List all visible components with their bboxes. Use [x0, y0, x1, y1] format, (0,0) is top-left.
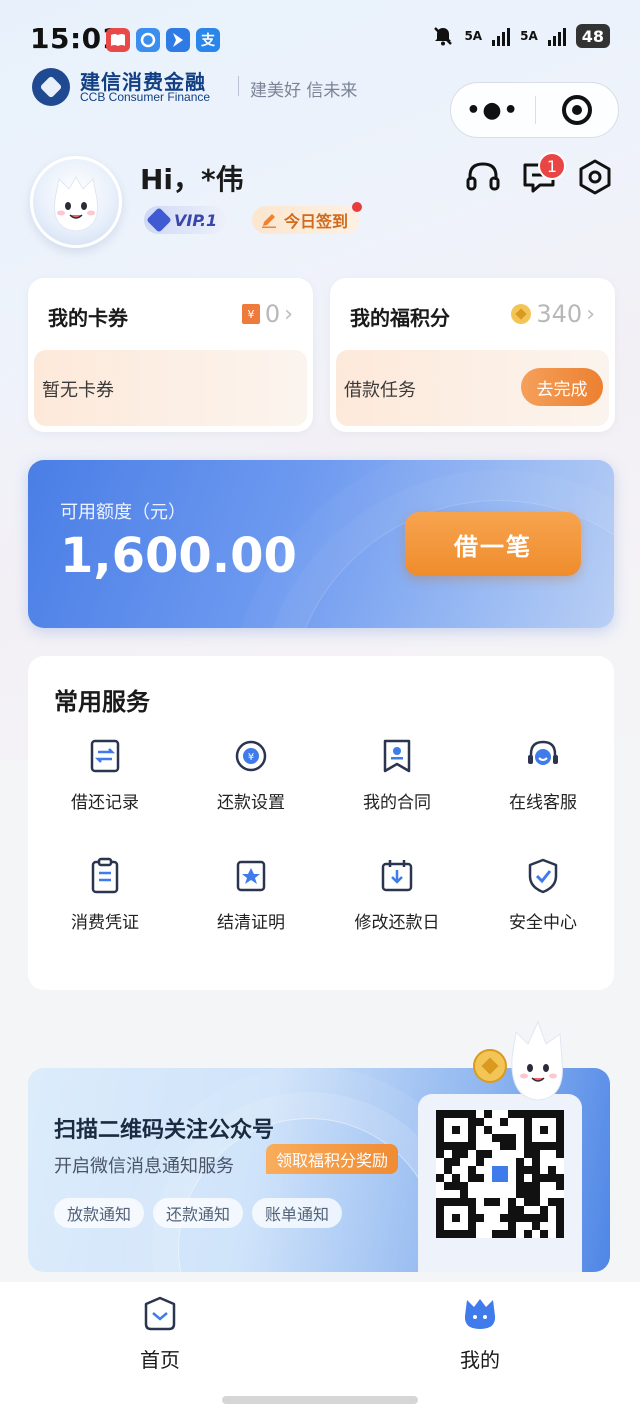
points-title: 我的福积分 — [350, 306, 450, 330]
service-repayment-settings[interactable]: ¥ 还款设置 — [178, 736, 324, 813]
service-online-support[interactable]: 在线客服 — [470, 736, 616, 813]
qr-banner-subtitle: 开启微信消息通知服务 — [54, 1156, 234, 1177]
checkin-label: 今日签到 — [284, 212, 349, 231]
qr-code-card — [418, 1094, 582, 1272]
coupon-icon: ¥ — [241, 304, 260, 324]
credit-amount: 1,600.00 — [60, 528, 297, 584]
more-options-button[interactable]: •●• — [451, 98, 535, 123]
service-label: 还款设置 — [217, 793, 285, 813]
service-label: 借还记录 — [71, 793, 139, 813]
service-loan-records[interactable]: 借还记录 — [32, 736, 178, 813]
svg-text:¥: ¥ — [247, 308, 254, 321]
target-icon — [562, 95, 592, 125]
divider — [238, 76, 239, 96]
contract-icon — [383, 739, 411, 773]
tab-mine[interactable]: 我的 — [420, 1294, 540, 1373]
service-label: 结清证明 — [217, 913, 285, 933]
points-count-link[interactable]: 340 › — [510, 300, 595, 328]
qr-banner-title: 扫描二维码关注公众号 — [54, 1118, 275, 1143]
ccb-logo-icon — [32, 68, 70, 106]
mute-bell-icon — [434, 27, 453, 46]
settings-icon[interactable] — [576, 158, 614, 196]
coupons-card[interactable]: 我的卡券 ¥ 0 › 暂无卡券 — [28, 278, 313, 432]
signal-strength-icon — [492, 26, 511, 46]
vip-badge[interactable]: VIP.1 — [144, 206, 228, 234]
service-label: 修改还款日 — [354, 913, 440, 933]
tag-disbursement-notice: 放款通知 — [54, 1198, 145, 1228]
tab-home-label: 首页 — [140, 1348, 180, 1372]
tag-repayment-notice: 还款通知 — [153, 1198, 244, 1228]
customer-service-icon — [528, 740, 558, 765]
points-count: 340 — [536, 300, 583, 328]
alipay-app-icon: 支 — [196, 28, 220, 52]
service-label: 我的合同 — [363, 793, 431, 813]
change-due-date-icon — [381, 860, 413, 892]
battery-icon: 48 — [575, 24, 610, 48]
voucher-icon — [91, 857, 119, 894]
brand-slogan: 建美好 信未来 — [250, 81, 358, 101]
settlement-certificate-icon — [236, 860, 266, 892]
qr-code-image[interactable] — [436, 1110, 564, 1238]
tab-mine-label: 我的 — [460, 1348, 500, 1372]
svg-text:¥: ¥ — [248, 752, 254, 763]
points-card[interactable]: 我的福积分 340 › 借款任务 去完成 — [330, 278, 615, 432]
credit-label: 可用额度（元） — [60, 502, 186, 523]
close-miniprogram-button[interactable] — [536, 95, 618, 125]
reward-badge: 领取福积分奖励 — [266, 1144, 399, 1174]
coupons-panel: 暂无卡券 — [34, 350, 307, 426]
repayment-settings-icon: ¥ — [235, 740, 267, 772]
tag-bill-notice: 账单通知 — [252, 1198, 343, 1228]
complete-task-button[interactable]: 去完成 — [521, 368, 603, 406]
service-my-contracts[interactable]: 我的合同 — [324, 736, 470, 813]
sim1-label: 5A — [464, 29, 483, 43]
points-task-text: 借款任务 — [344, 380, 416, 401]
diamond-icon — [146, 207, 172, 233]
coupons-count-link[interactable]: ¥ 0 › — [241, 300, 293, 328]
mine-mascot-icon — [464, 1299, 496, 1329]
borrow-button[interactable]: 借一笔 — [405, 512, 581, 576]
service-label: 在线客服 — [509, 793, 577, 813]
coupons-empty-text: 暂无卡券 — [42, 380, 114, 401]
miniprogram-capsule: •●• — [450, 82, 619, 138]
navigation-app-icon — [166, 28, 190, 52]
service-consumption-voucher[interactable]: 消费凭证 — [32, 856, 178, 933]
home-indicator — [222, 1396, 418, 1404]
battery-level: 48 — [581, 26, 604, 46]
service-security-center[interactable]: 安全中心 — [470, 856, 616, 933]
credit-banner: 可用额度（元） 1,600.00 借一笔 — [28, 460, 614, 628]
book-app-icon — [106, 28, 130, 52]
coupons-count: 0 — [264, 300, 281, 328]
browser-app-icon — [136, 28, 160, 52]
avatar[interactable] — [30, 156, 122, 248]
coin-icon — [511, 304, 532, 324]
home-icon — [144, 1296, 176, 1331]
common-services: 常用服务 借还记录 ¥ 还款设置 我的合同 在线客服 消费凭证 结清证明 修改还… — [28, 656, 614, 990]
service-settlement-certificate[interactable]: 结清证明 — [178, 856, 324, 933]
signal-strength-icon — [547, 26, 566, 46]
tab-home[interactable]: 首页 — [100, 1294, 220, 1373]
headset-icon[interactable] — [464, 158, 502, 196]
services-title: 常用服务 — [54, 688, 150, 716]
service-change-due-date[interactable]: 修改还款日 — [324, 856, 470, 933]
sim2-label: 5A — [520, 29, 538, 43]
mascot-holding-coin-icon — [473, 1020, 563, 1101]
mascot-icon — [53, 176, 99, 232]
pencil-icon — [262, 214, 276, 228]
daily-checkin-button[interactable]: 今日签到 — [252, 202, 363, 234]
brand-name-en: CCB Consumer Finance — [80, 90, 211, 104]
notification-dot — [352, 202, 363, 212]
record-icon — [90, 739, 120, 773]
vip-level: VIP.1 — [174, 210, 218, 230]
points-task-panel: 借款任务 去完成 — [336, 350, 609, 426]
chevron-right-icon: › — [586, 301, 595, 327]
status-indicators: 5A 5A 48 — [432, 24, 610, 48]
chevron-right-icon: › — [284, 301, 293, 327]
greeting: Hi，*伟 — [140, 163, 244, 196]
security-center-icon — [528, 858, 558, 894]
coupons-title: 我的卡券 — [48, 306, 128, 330]
service-label: 消费凭证 — [71, 913, 139, 933]
service-label: 安全中心 — [509, 913, 577, 933]
message-badge: 1 — [538, 152, 566, 180]
